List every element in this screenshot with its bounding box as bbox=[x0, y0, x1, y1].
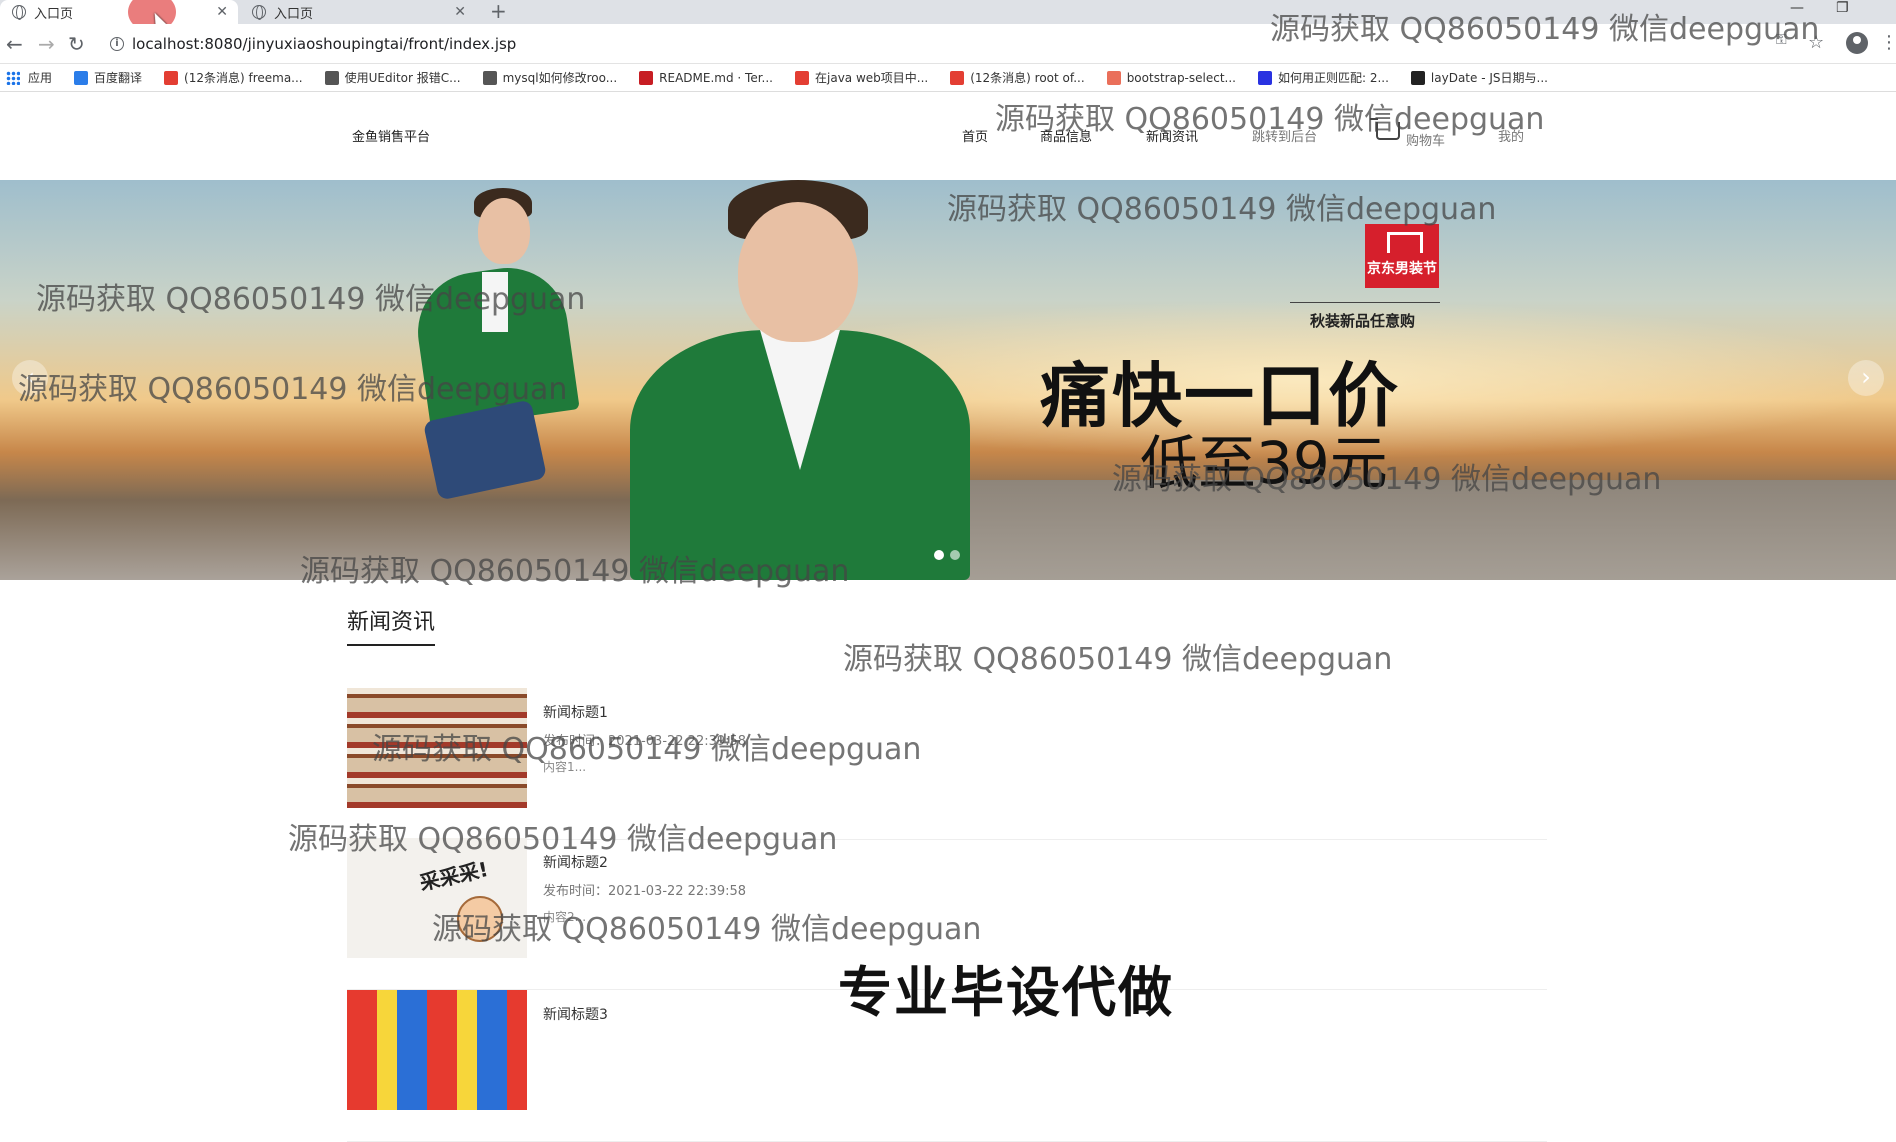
url-field[interactable]: i localhost:8080/jinyuxiaoshoupingtai/fr… bbox=[100, 30, 1800, 58]
bookmark-item[interactable]: 在java web项目中... bbox=[795, 69, 928, 86]
jianshu-icon bbox=[1106, 70, 1121, 85]
news-thumbnail[interactable] bbox=[347, 688, 527, 808]
globe-icon bbox=[252, 5, 266, 20]
bookmark-label: mysql如何修改roo... bbox=[502, 71, 618, 85]
star-icon[interactable]: ☆ bbox=[1808, 32, 1824, 53]
bird-icon bbox=[324, 70, 339, 85]
news-item[interactable]: 新闻标题1 发布时间：2021-03-22 22:39:58 内容1... bbox=[347, 688, 1547, 840]
promo-divider bbox=[1290, 302, 1440, 303]
close-tab-icon[interactable]: ✕ bbox=[454, 4, 466, 20]
csdn-icon bbox=[950, 70, 965, 85]
new-tab-button[interactable]: + bbox=[490, 0, 507, 24]
news-thumbnail[interactable]: 采采采! bbox=[347, 838, 527, 958]
carousel-indicators bbox=[934, 550, 960, 560]
bookmark-item[interactable]: (12条消息) freema... bbox=[164, 69, 303, 86]
minimize-icon[interactable]: — bbox=[1790, 0, 1804, 16]
restore-icon[interactable]: ❐ bbox=[1836, 0, 1849, 16]
banner-carousel[interactable]: 京东男装节 秋装新品任意购 痛快一口价 低至39元 ‹ › bbox=[0, 180, 1896, 580]
layui-icon bbox=[1410, 70, 1425, 85]
bookmark-label: bootstrap-select... bbox=[1126, 70, 1236, 85]
bookmark-label: 应用 bbox=[28, 71, 53, 85]
site-header: 金鱼销售平台 首页 商品信息 新闻资讯 跳转到后台 购物车 我的 bbox=[0, 92, 1896, 180]
key-icon[interactable]: ⚿ bbox=[1776, 32, 1787, 48]
csdn-icon bbox=[795, 70, 809, 85]
news-title[interactable]: 新闻标题1 bbox=[543, 702, 608, 722]
nav-news[interactable]: 新闻资讯 bbox=[1146, 126, 1198, 145]
bookmark-item[interactable]: (12条消息) root of... bbox=[950, 69, 1085, 86]
bookmark-item[interactable]: 百度翻译 bbox=[74, 69, 142, 86]
nav-admin[interactable]: 跳转到后台 bbox=[1252, 126, 1317, 145]
watermark: 源码获取 QQ86050149 微信deepguan bbox=[843, 642, 1393, 677]
close-tab-icon[interactable]: ✕ bbox=[216, 4, 228, 20]
promo-price: 低至39元 bbox=[1140, 429, 1388, 497]
carousel-prev-icon[interactable]: ‹ bbox=[12, 360, 48, 396]
news-excerpt: 内容1... bbox=[543, 760, 587, 774]
address-bar-row: ← → ↻ i localhost:8080/jinyuxiaoshouping… bbox=[0, 24, 1896, 64]
bookmark-label: 如何用正则匹配: 2... bbox=[1277, 71, 1389, 85]
reload-icon[interactable]: ↻ bbox=[68, 32, 85, 56]
back-icon[interactable]: ← bbox=[6, 32, 23, 56]
news-title[interactable]: 新闻标题3 bbox=[543, 1004, 608, 1024]
nav-products[interactable]: 商品信息 bbox=[1040, 126, 1092, 145]
jd-mens-festival-logo: 京东男装节 bbox=[1365, 224, 1439, 288]
bookmark-item[interactable]: 应用 bbox=[6, 69, 52, 86]
url-text: localhost:8080/jinyuxiaoshoupingtai/fron… bbox=[132, 35, 517, 53]
baidu-translate-icon bbox=[74, 70, 89, 85]
bookmark-label: 在java web项目中... bbox=[815, 71, 929, 85]
news-thumbnail[interactable] bbox=[347, 990, 527, 1110]
tab-title: 入口页 bbox=[274, 6, 314, 22]
model-jumping bbox=[390, 180, 650, 520]
model-standing bbox=[630, 180, 970, 580]
bookmark-label: layDate - JS日期与... bbox=[1430, 71, 1548, 85]
nav-mine[interactable]: 我的 bbox=[1498, 126, 1524, 145]
news-excerpt: 内容2... bbox=[543, 910, 587, 924]
menu-icon[interactable]: ⋮ bbox=[1880, 32, 1896, 53]
news-date: 发布时间：2021-03-22 22:39:58 bbox=[543, 734, 747, 749]
bookmark-label: (12条消息) root of... bbox=[970, 71, 1085, 85]
bookmark-item[interactable]: layDate - JS日期与... bbox=[1410, 69, 1548, 86]
news-title[interactable]: 新闻标题2 bbox=[543, 852, 608, 872]
forward-icon[interactable]: → bbox=[38, 32, 55, 56]
site-logo-text[interactable]: 金鱼销售平台 bbox=[352, 126, 430, 145]
promo-subtitle: 秋装新品任意购 bbox=[1310, 312, 1416, 330]
bookmark-label: README.md · Ter... bbox=[659, 70, 773, 85]
gitee-icon bbox=[639, 70, 654, 85]
news-date: 发布时间：2021-03-22 22:39:58 bbox=[543, 884, 747, 899]
apps-grid-icon bbox=[6, 70, 20, 85]
baidu-paw-icon bbox=[1257, 70, 1272, 85]
bookmark-item[interactable]: 使用UEditor 报错C... bbox=[324, 69, 461, 86]
csdn-icon bbox=[164, 70, 179, 85]
browser-tab-2[interactable]: 入口页 ✕ bbox=[240, 0, 476, 24]
bookmark-item[interactable]: README.md · Ter... bbox=[639, 70, 773, 85]
browser-tab-1[interactable]: 入口页 ✕ bbox=[0, 0, 238, 24]
globe-icon bbox=[12, 5, 26, 20]
site-info-icon[interactable]: i bbox=[110, 37, 124, 51]
cart-icon[interactable] bbox=[1370, 118, 1400, 140]
news-section-title: 新闻资讯 bbox=[347, 604, 436, 646]
browser-tab-strip: 入口页 ✕ 入口页 ✕ + — ❐ bbox=[0, 0, 1896, 32]
carousel-dot[interactable] bbox=[934, 550, 944, 560]
bookmark-item[interactable]: 如何用正则匹配: 2... bbox=[1257, 69, 1389, 86]
carousel-next-icon[interactable]: › bbox=[1848, 360, 1884, 396]
nav-cart[interactable]: 购物车 bbox=[1406, 130, 1445, 149]
bookmark-label: (12条消息) freema... bbox=[184, 71, 303, 85]
cartoon-face bbox=[457, 896, 503, 942]
tab-title: 入口页 bbox=[34, 6, 74, 22]
bookmark-label: 使用UEditor 报错C... bbox=[344, 71, 461, 85]
profile-icon[interactable] bbox=[1846, 32, 1868, 54]
bird-icon bbox=[482, 70, 497, 85]
watermark-banner: 专业毕设代做 bbox=[838, 961, 1174, 1024]
bookmarks-bar: 应用 百度翻译 (12条消息) freema... 使用UEditor 报错C... m… bbox=[0, 64, 1896, 92]
nav-home[interactable]: 首页 bbox=[962, 126, 988, 145]
bookmark-item[interactable]: mysql如何修改roo... bbox=[482, 69, 618, 86]
bookmark-label: 百度翻译 bbox=[94, 71, 143, 85]
cartoon-caption: 采采采! bbox=[417, 857, 491, 895]
bookmark-item[interactable]: bootstrap-select... bbox=[1106, 70, 1236, 85]
carousel-dot[interactable] bbox=[950, 550, 960, 560]
